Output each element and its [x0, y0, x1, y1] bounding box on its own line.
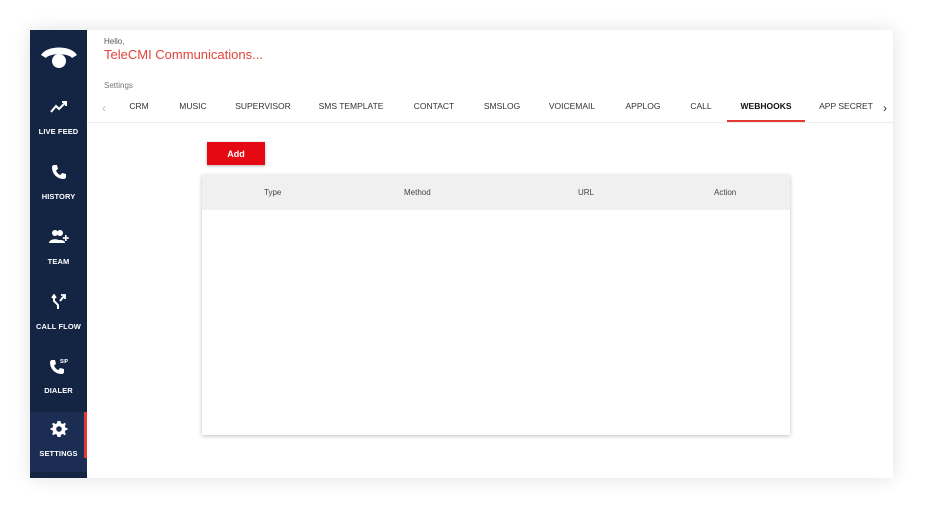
column-header-url: URL: [578, 188, 595, 197]
chevron-right-icon[interactable]: ›: [876, 94, 894, 122]
greeting-text: Hello,: [104, 37, 125, 46]
gear-icon: [50, 418, 68, 440]
sidebar-item-settings[interactable]: SETTINGS: [30, 412, 87, 472]
webhooks-table: Type Method URL Action: [202, 175, 790, 435]
sidebar-item-label: SETTINGS: [39, 449, 78, 458]
call-split-icon: [50, 291, 67, 313]
tab-supervisor[interactable]: SUPERVISOR: [233, 94, 293, 122]
phone-icon: [51, 161, 67, 183]
sidebar-item-live-feed[interactable]: LIVE FEED: [30, 90, 87, 150]
sidebar-item-label: LIVE FEED: [38, 127, 79, 136]
sidebar-item-history[interactable]: HISTORY: [30, 155, 87, 215]
tab-contact[interactable]: CONTACT: [409, 94, 459, 122]
sidebar-item-team[interactable]: TEAM: [30, 220, 87, 280]
phone-logo-icon[interactable]: [30, 38, 87, 74]
sidebar: LIVE FEED HISTORY TEAM CALL FLOW SIP DIA…: [30, 30, 87, 478]
main-content: Hello, TeleCMI Communications... Setting…: [87, 30, 893, 478]
tab-applog[interactable]: APPLOG: [621, 94, 665, 122]
add-webhook-button[interactable]: Add: [207, 142, 265, 165]
trending-up-icon: [49, 96, 68, 118]
tab-app-secret[interactable]: APP SECRET: [817, 94, 875, 122]
company-name: TeleCMI Communications...: [104, 47, 263, 62]
tab-sms-template[interactable]: SMS TEMPLATE: [315, 94, 387, 122]
sip-phone-icon: SIP: [49, 355, 69, 377]
svg-text:SIP: SIP: [60, 359, 69, 365]
sidebar-item-label: HISTORY: [41, 192, 76, 201]
column-header-method: Method: [404, 188, 431, 197]
sidebar-item-label: CALL FLOW: [36, 322, 81, 331]
sidebar-item-label: TEAM: [47, 257, 70, 266]
table-header: Type Method URL Action: [202, 175, 790, 210]
tab-call[interactable]: CALL: [685, 94, 717, 122]
app-window: LIVE FEED HISTORY TEAM CALL FLOW SIP DIA…: [30, 30, 893, 478]
column-header-action: Action: [714, 188, 737, 197]
sidebar-item-label: DIALER: [44, 386, 73, 395]
sidebar-item-call-flow[interactable]: CALL FLOW: [30, 285, 87, 345]
section-label: Settings: [104, 81, 133, 90]
chevron-left-icon[interactable]: ‹: [95, 94, 113, 122]
tab-webhooks[interactable]: WEBHOOKS: [727, 94, 805, 122]
column-header-type: Type: [264, 188, 282, 197]
tab-voicemail[interactable]: VOICEMAIL: [545, 94, 599, 122]
tab-crm[interactable]: CRM: [124, 94, 154, 122]
settings-tab-bar: ‹ CRM MUSIC SUPERVISOR SMS TEMPLATE CONT…: [87, 94, 893, 123]
group-add-icon: [48, 226, 69, 248]
sidebar-item-dialer[interactable]: SIP DIALER: [30, 349, 87, 409]
tab-smslog[interactable]: SMSLOG: [481, 94, 523, 122]
tab-music[interactable]: MUSIC: [175, 94, 211, 122]
